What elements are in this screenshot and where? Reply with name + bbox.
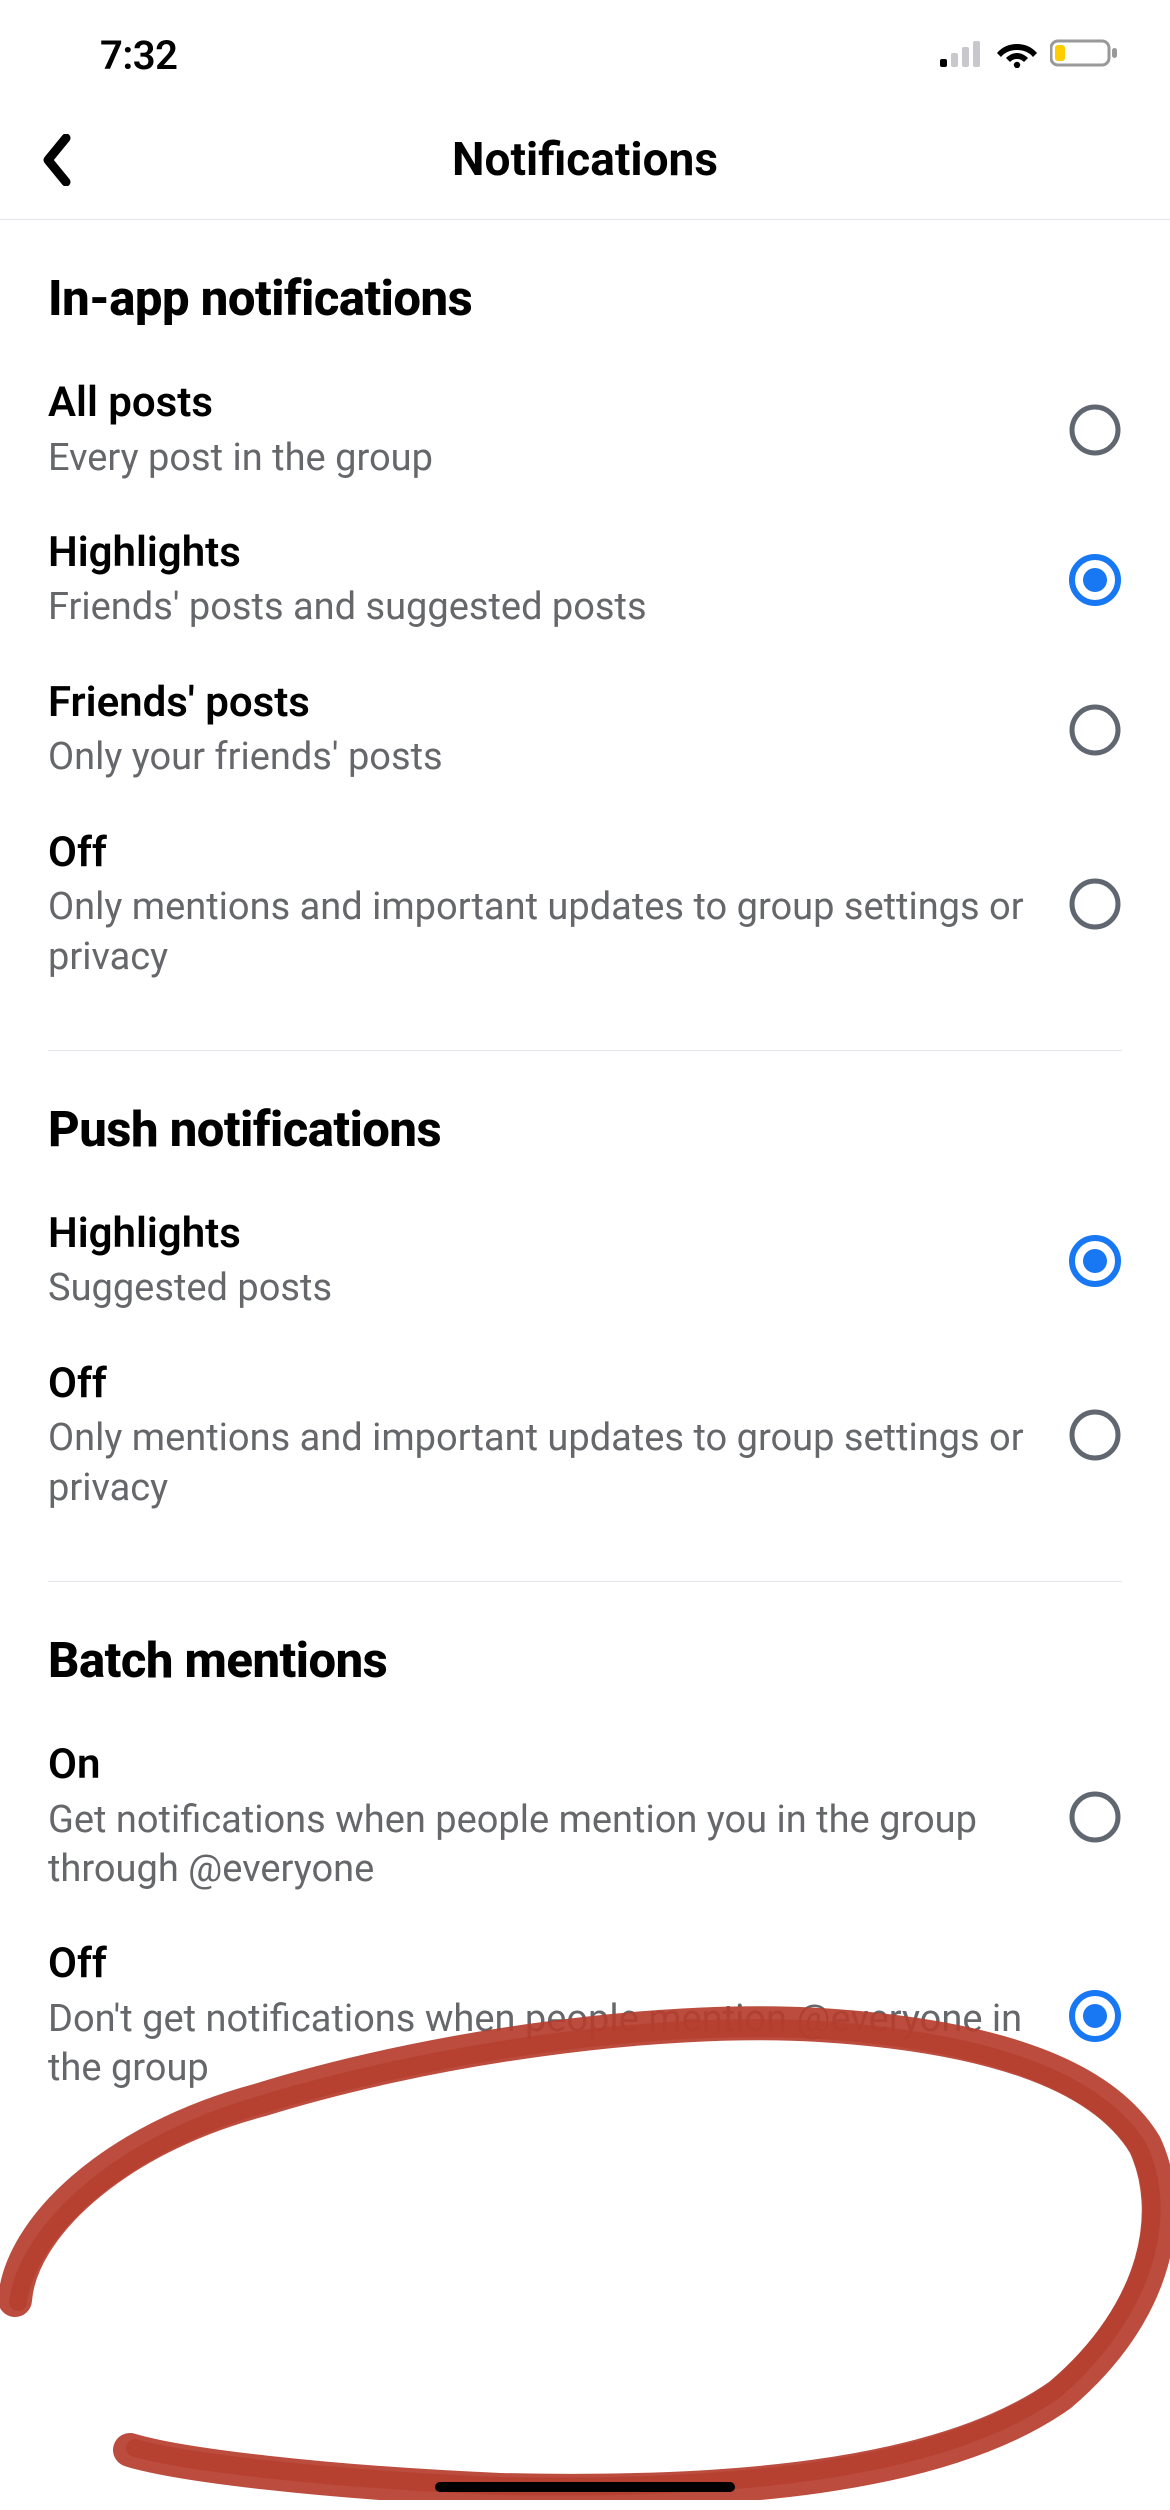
option-label: Highlights [48, 527, 1044, 580]
option-label: Highlights [48, 1208, 1044, 1261]
cellular-signal-icon [940, 39, 984, 71]
option-batch-on[interactable]: On Get notifications when people mention… [48, 1717, 1122, 1916]
option-inapp-all-posts[interactable]: All posts Every post in the group [48, 355, 1122, 505]
status-icons [940, 37, 1120, 73]
option-desc: Friends' posts and suggested posts [48, 583, 1044, 632]
option-push-highlights[interactable]: Highlights Suggested posts [48, 1186, 1122, 1336]
radio-unselected-icon [1068, 877, 1122, 931]
option-desc: Only mentions and important updates to g… [48, 1414, 1044, 1513]
option-label: Off [48, 1358, 1044, 1411]
radio-unselected-icon [1068, 703, 1122, 757]
radio-selected-icon [1068, 553, 1122, 607]
nav-header: Notifications [0, 100, 1170, 220]
wifi-icon [996, 38, 1038, 72]
option-desc: Only mentions and important updates to g… [48, 883, 1044, 982]
content: In-app notifications All posts Every pos… [0, 220, 1170, 2116]
option-inapp-off[interactable]: Off Only mentions and important updates … [48, 805, 1122, 1004]
home-indicator [435, 2482, 735, 2492]
option-desc: Every post in the group [48, 434, 1044, 483]
option-label: On [48, 1739, 1044, 1792]
radio-selected-icon [1068, 1989, 1122, 2043]
back-button[interactable] [40, 134, 74, 186]
section-title-batch: Batch mentions [48, 1632, 1122, 1689]
radio-unselected-icon [1068, 1790, 1122, 1844]
radio-selected-icon [1068, 1234, 1122, 1288]
section-inapp: In-app notifications All posts Every pos… [48, 220, 1122, 1004]
option-inapp-friends-posts[interactable]: Friends' posts Only your friends' posts [48, 655, 1122, 805]
option-label: Off [48, 1938, 1044, 1991]
option-desc: Suggested posts [48, 1264, 1044, 1313]
section-title-push: Push notifications [48, 1101, 1122, 1158]
option-desc: Only your friends' posts [48, 733, 1044, 782]
status-bar: 7:32 [0, 0, 1170, 100]
section-batch-mentions: Batch mentions On Get notifications when… [48, 1581, 1122, 2116]
option-batch-off[interactable]: Off Don't get notifications when people … [48, 1916, 1122, 2115]
battery-icon [1050, 37, 1120, 73]
option-label: Friends' posts [48, 677, 1044, 730]
option-label: Off [48, 827, 1044, 880]
chevron-left-icon [40, 134, 74, 186]
option-label: All posts [48, 377, 1044, 430]
section-push: Push notifications Highlights Suggested … [48, 1050, 1122, 1535]
option-desc: Don't get notifications when people ment… [48, 1995, 1044, 2094]
section-title-inapp: In-app notifications [48, 270, 1122, 327]
radio-unselected-icon [1068, 1408, 1122, 1462]
page-title: Notifications [452, 133, 718, 187]
status-time: 7:32 [100, 32, 177, 79]
option-inapp-highlights[interactable]: Highlights Friends' posts and suggested … [48, 505, 1122, 655]
option-push-off[interactable]: Off Only mentions and important updates … [48, 1336, 1122, 1535]
option-desc: Get notifications when people mention yo… [48, 1796, 1044, 1895]
radio-unselected-icon [1068, 403, 1122, 457]
